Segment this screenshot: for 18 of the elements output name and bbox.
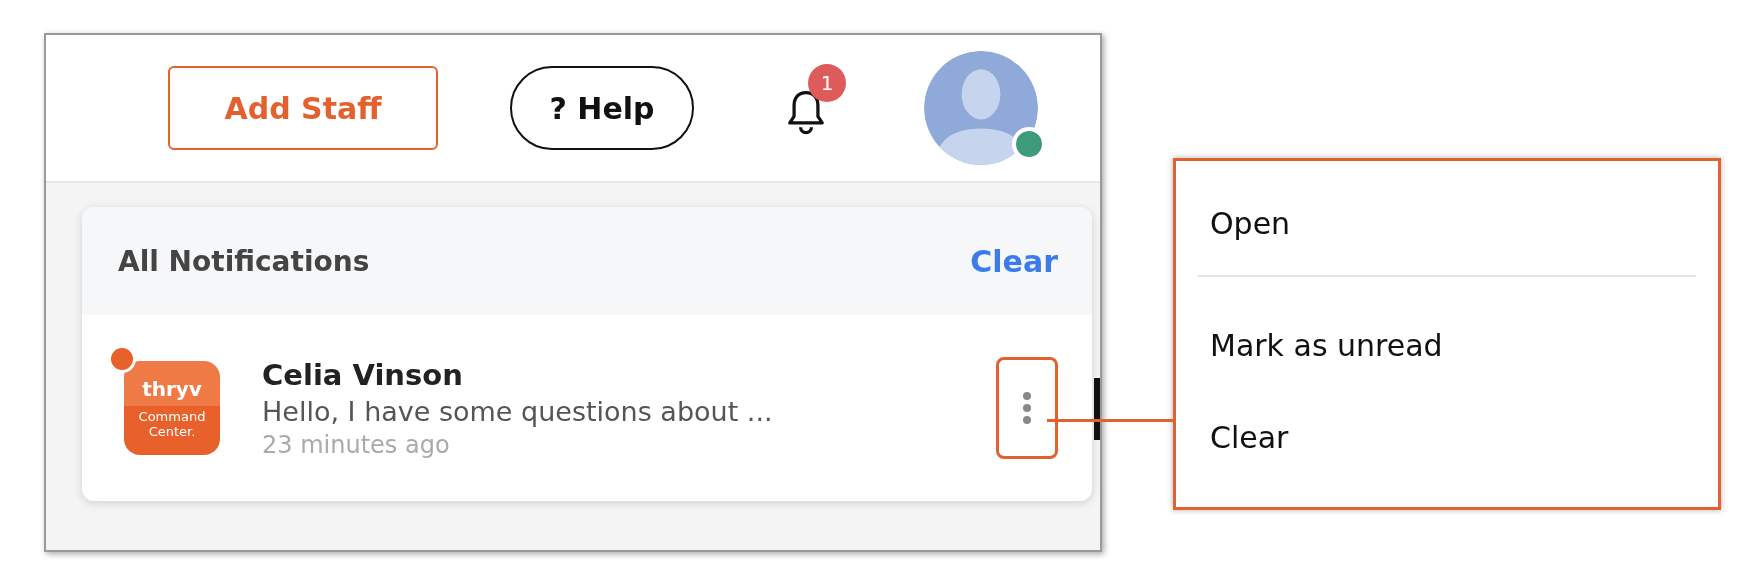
kebab-icon (1022, 391, 1032, 425)
timestamp: 23 minutes ago (262, 430, 451, 459)
logo-brand: thryv (142, 377, 202, 401)
avatar-icon[interactable] (924, 51, 1038, 165)
menu-item[interactable]: Clear (1198, 391, 1696, 483)
panel-title: All Notifications (118, 244, 370, 278)
help-button[interactable]: ? Help (510, 66, 694, 150)
logo-subtitle: Center. (148, 424, 196, 439)
logo-subtitle: Command (138, 409, 206, 424)
menu-item[interactable]: Open (1198, 171, 1696, 275)
more-options-button[interactable] (996, 357, 1058, 459)
notification-item[interactable]: thryv Command Center. Celia Vinson Hello, I have some questions about ... 23 minutes ago (82, 315, 1092, 501)
scroll-thumb (1094, 378, 1100, 440)
clear-link[interactable]: Clear (970, 243, 1058, 279)
sender-name: Celia Vinson (262, 357, 464, 392)
message-preview: Hello, I have some questions about ... (262, 395, 774, 427)
menu-item[interactable]: Mark as unread (1198, 299, 1696, 391)
notification-count: 1 (808, 64, 846, 102)
